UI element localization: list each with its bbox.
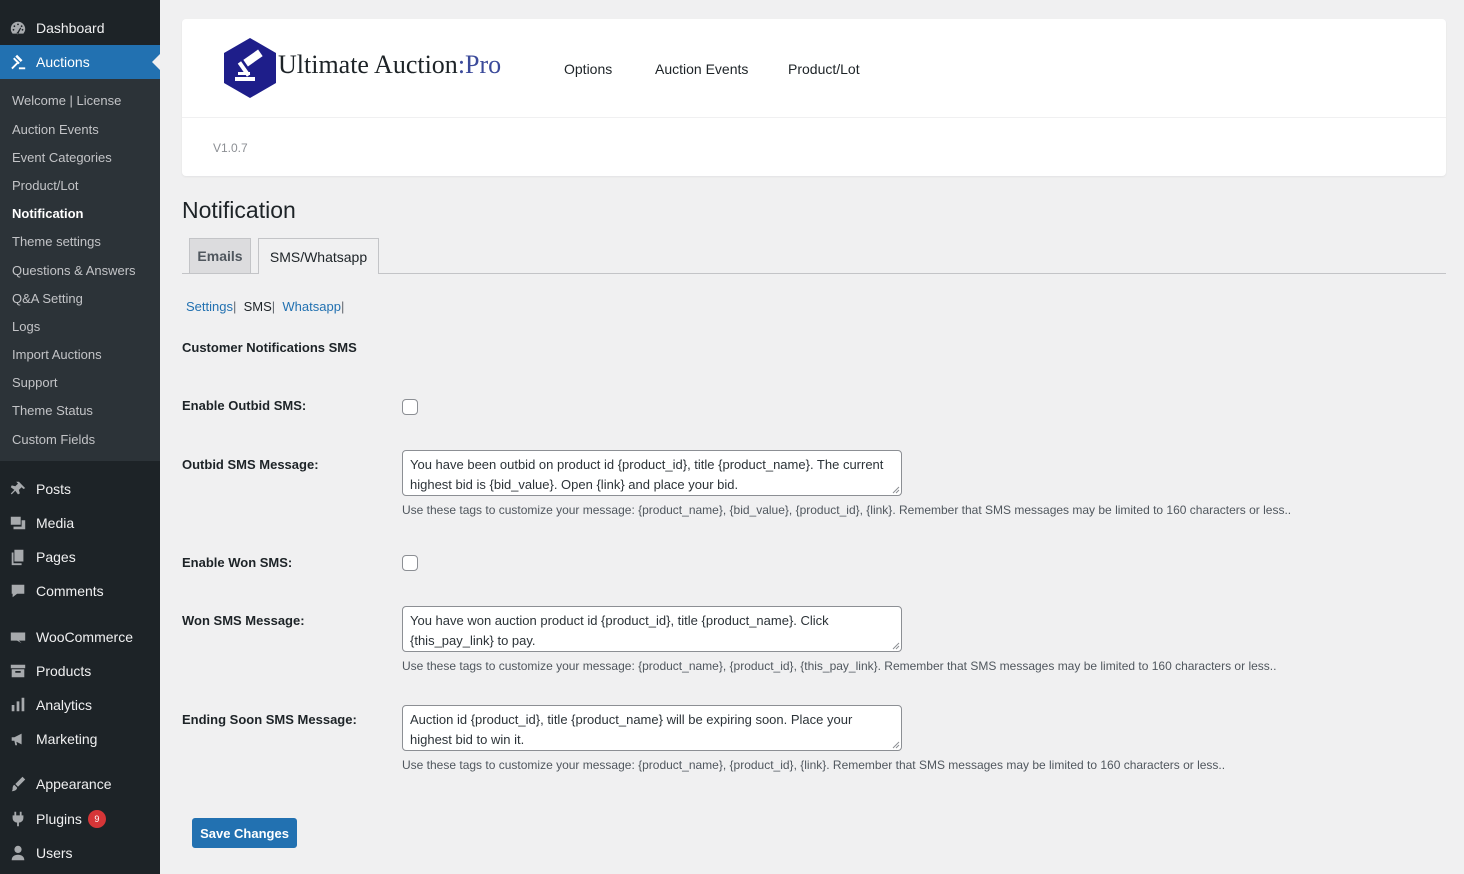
- gavel-logo-icon: [224, 38, 276, 98]
- menu-label: Products: [36, 663, 92, 679]
- plug-icon: [8, 809, 28, 829]
- menu-label: Appearance: [36, 776, 112, 792]
- save-changes-button[interactable]: Save Changes: [192, 818, 297, 848]
- header-divider: [182, 117, 1446, 118]
- pages-icon: [8, 547, 28, 567]
- header-nav-options[interactable]: Options: [564, 61, 612, 77]
- ending-soon-message-text: Auction id {product_id}, title {product_…: [410, 712, 853, 747]
- outbid-message-textarea[interactable]: You have been outbid on product id {prod…: [402, 450, 902, 496]
- enable-won-checkbox[interactable]: [402, 555, 418, 571]
- gavel-icon: [8, 52, 28, 72]
- menu-comments[interactable]: Comments: [0, 574, 160, 608]
- brand-separator: :: [457, 50, 466, 79]
- paintbrush-icon: [8, 774, 28, 794]
- subnav-whatsapp[interactable]: Whatsapp: [282, 299, 341, 314]
- subnav-separator: |: [340, 299, 345, 314]
- section-title: Customer Notifications SMS: [182, 340, 357, 355]
- enable-won-label: Enable Won SMS:: [182, 555, 293, 570]
- menu-dashboard[interactable]: Dashboard: [0, 11, 160, 45]
- ending-soon-message-label: Ending Soon SMS Message:: [182, 712, 357, 727]
- enable-outbid-checkbox[interactable]: [402, 399, 418, 415]
- submenu-support[interactable]: Support: [12, 375, 58, 390]
- menu-products[interactable]: Products: [0, 654, 160, 688]
- menu-posts[interactable]: Posts: [0, 472, 160, 506]
- header-nav-product-lot[interactable]: Product/Lot: [788, 61, 860, 77]
- menu-label: Analytics: [36, 697, 93, 713]
- ending-soon-message-textarea[interactable]: Auction id {product_id}, title {product_…: [402, 705, 902, 751]
- menu-label: Users: [36, 845, 73, 861]
- subnav-sms[interactable]: SMS: [244, 299, 272, 314]
- header-nav-auction-events[interactable]: Auction Events: [655, 61, 748, 77]
- submenu-custom-fields[interactable]: Custom Fields: [12, 432, 95, 447]
- menu-users[interactable]: Users: [0, 836, 160, 870]
- plugin-header-card: Ultimate Auction:Pro Options Auction Eve…: [182, 19, 1446, 176]
- user-icon: [8, 843, 28, 863]
- enable-outbid-label: Enable Outbid SMS:: [182, 398, 307, 413]
- subnav-settings[interactable]: Settings: [186, 299, 233, 314]
- menu-plugins[interactable]: Plugins 9: [0, 802, 160, 836]
- pin-icon: [8, 479, 28, 499]
- submenu-questions-answers[interactable]: Questions & Answers: [12, 263, 136, 278]
- subnav-separator: |: [271, 299, 276, 314]
- brand-pro: Pro: [465, 50, 502, 79]
- won-message-label: Won SMS Message:: [182, 613, 305, 628]
- menu-label: Dashboard: [36, 20, 105, 36]
- page-title: Notification: [182, 197, 296, 223]
- admin-sidebar: Dashboard Auctions Welcome | License Auc…: [0, 0, 160, 874]
- menu-label: Media: [36, 515, 75, 531]
- tab-sms-whatsapp[interactable]: SMS/Whatsapp: [258, 238, 379, 274]
- archive-icon: [8, 661, 28, 681]
- submenu-import-auctions[interactable]: Import Auctions: [12, 347, 102, 362]
- outbid-message-text: You have been outbid on product id {prod…: [410, 457, 884, 492]
- tab-emails[interactable]: Emails: [189, 238, 251, 273]
- resize-grip-icon[interactable]: [892, 486, 900, 494]
- menu-analytics[interactable]: Analytics: [0, 688, 160, 722]
- menu-label: Plugins: [36, 811, 82, 827]
- submenu-event-categories[interactable]: Event Categories: [12, 150, 112, 165]
- menu-label: WooCommerce: [36, 629, 133, 645]
- plugin-version: V1.0.7: [213, 141, 248, 155]
- resize-grip-icon[interactable]: [892, 642, 900, 650]
- subnav: Settings| SMS| Whatsapp|: [186, 299, 344, 314]
- menu-woocommerce[interactable]: WooCommerce: [0, 620, 160, 654]
- woocommerce-icon: [8, 627, 28, 647]
- menu-appearance[interactable]: Appearance: [0, 767, 160, 801]
- submenu-theme-settings[interactable]: Theme settings: [12, 234, 101, 249]
- dashboard-icon: [8, 18, 28, 38]
- bar-chart-icon: [8, 695, 28, 715]
- menu-media[interactable]: Media: [0, 506, 160, 540]
- submenu-qa-setting[interactable]: Q&A Setting: [12, 291, 83, 306]
- ending-soon-message-description: Use these tags to customize your message…: [402, 758, 1226, 772]
- submenu-logs[interactable]: Logs: [12, 319, 40, 334]
- menu-label: Comments: [36, 583, 104, 599]
- brand-main: Ultimate Auction: [278, 50, 458, 79]
- auctions-submenu: Welcome | License Auction Events Event C…: [0, 79, 160, 461]
- won-message-textarea[interactable]: You have won auction product id {product…: [402, 606, 902, 652]
- outbid-message-label: Outbid SMS Message:: [182, 457, 319, 472]
- plugins-update-badge: 9: [87, 810, 106, 828]
- submenu-theme-status[interactable]: Theme Status: [12, 403, 93, 418]
- media-icon: [8, 513, 28, 533]
- won-message-text: You have won auction product id {product…: [410, 613, 829, 648]
- menu-label: Pages: [36, 549, 76, 565]
- won-message-description: Use these tags to customize your message…: [402, 659, 1277, 673]
- submenu-product-lot[interactable]: Product/Lot: [12, 178, 79, 193]
- submenu-welcome-license[interactable]: Welcome | License: [12, 93, 121, 108]
- resize-grip-icon[interactable]: [892, 741, 900, 749]
- subnav-separator: |: [232, 299, 237, 314]
- menu-pages[interactable]: Pages: [0, 540, 160, 574]
- submenu-auction-events[interactable]: Auction Events: [12, 122, 99, 137]
- comment-icon: [8, 581, 28, 601]
- menu-marketing[interactable]: Marketing: [0, 722, 160, 756]
- menu-label: Marketing: [36, 731, 98, 747]
- menu-auctions[interactable]: Auctions: [0, 45, 160, 79]
- menu-label: Posts: [36, 481, 72, 497]
- brand-title: Ultimate Auction:Pro: [278, 50, 501, 80]
- megaphone-icon: [8, 729, 28, 749]
- submenu-notification[interactable]: Notification: [12, 206, 84, 221]
- outbid-message-description: Use these tags to customize your message…: [402, 503, 1292, 517]
- menu-label: Auctions: [36, 54, 90, 70]
